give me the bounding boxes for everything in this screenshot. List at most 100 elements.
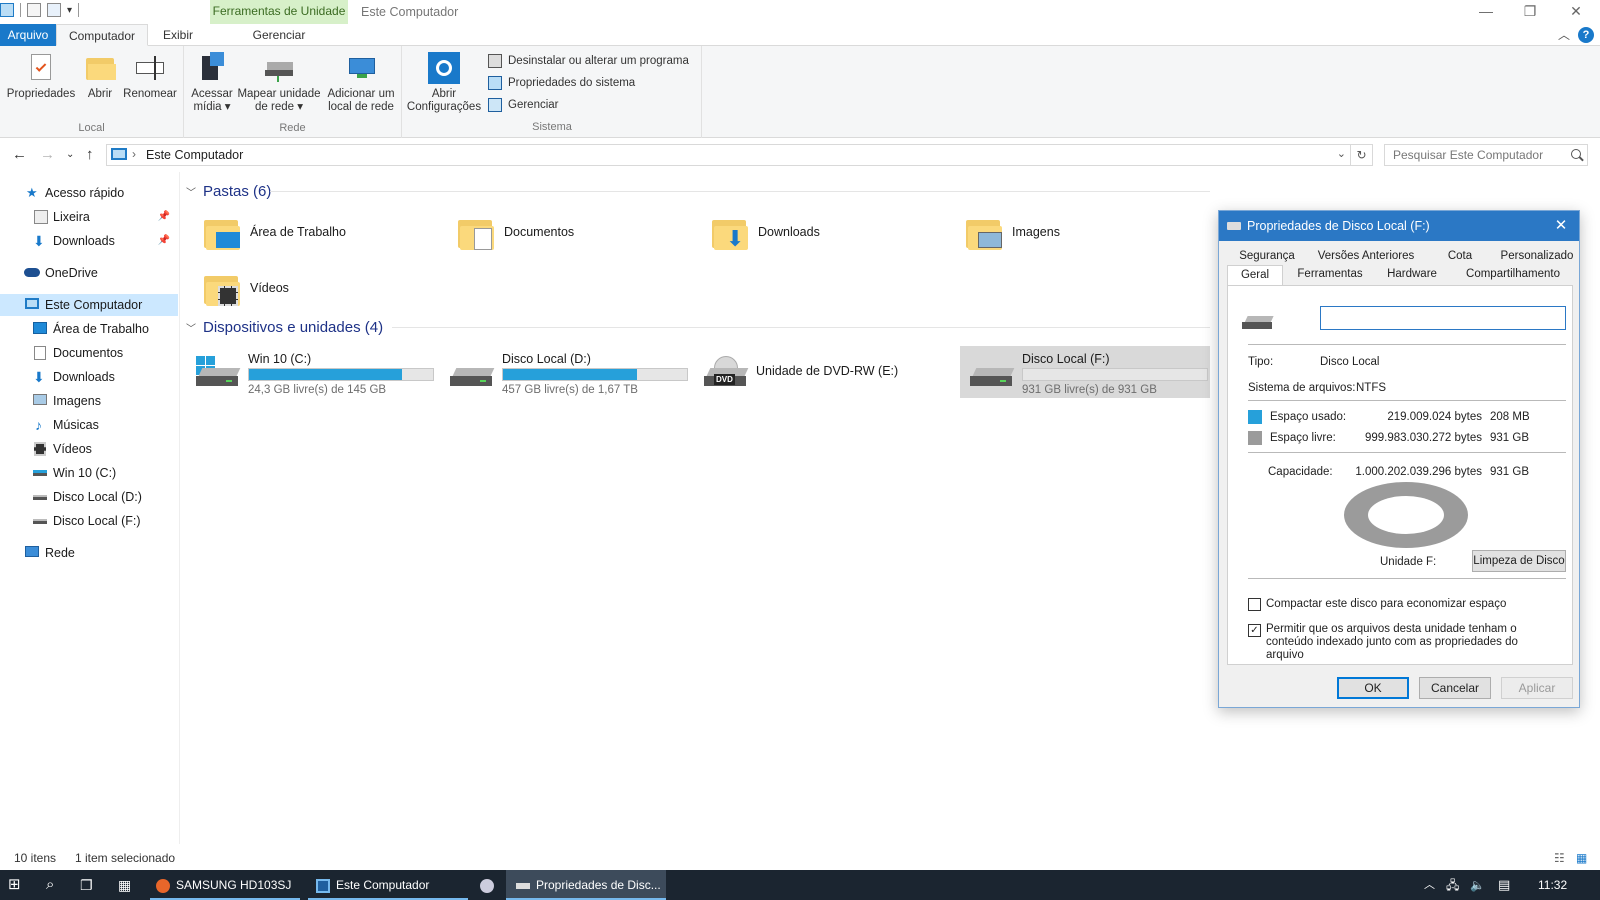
properties-button[interactable]: Propriedades bbox=[6, 52, 76, 101]
back-arrow-icon[interactable]: ← bbox=[12, 146, 27, 163]
folder-videos[interactable]: Vídeos bbox=[186, 264, 426, 314]
tab-previous-versions[interactable]: Versões Anteriores bbox=[1311, 247, 1421, 265]
tab-computer[interactable]: Computador bbox=[56, 24, 148, 46]
help-icon[interactable]: ? bbox=[1578, 27, 1594, 43]
manage-button[interactable]: Gerenciar bbox=[488, 98, 559, 112]
calculator-icon[interactable]: ▦ bbox=[118, 870, 142, 900]
nav-downloads[interactable]: ⬇ Downloads bbox=[0, 366, 178, 388]
details-view-icon[interactable]: ☷ bbox=[1554, 851, 1565, 865]
folder-desktop[interactable]: Área de Trabalho bbox=[186, 208, 426, 258]
nav-downloads-pinned[interactable]: ⬇ Downloads 📌 bbox=[0, 230, 178, 252]
drive-dvd-e[interactable]: DVD Unidade de DVD-RW (E:) bbox=[694, 346, 942, 398]
large-icons-view-icon[interactable]: ▦ bbox=[1576, 851, 1587, 865]
nav-music[interactable]: ♪ Músicas bbox=[0, 414, 178, 436]
disk-cleanup-button[interactable]: Limpeza de Disco bbox=[1472, 550, 1566, 572]
nav-this-pc[interactable]: Este Computador bbox=[0, 294, 178, 316]
uninstall-program-button[interactable]: Desinstalar ou alterar um programa bbox=[488, 54, 689, 68]
folder-images[interactable]: Imagens bbox=[948, 208, 1188, 258]
nav-drive-f[interactable]: Disco Local (F:) bbox=[0, 510, 178, 532]
pin-icon[interactable]: 📌 bbox=[158, 206, 170, 228]
tab-tools[interactable]: Ferramentas bbox=[1289, 265, 1371, 283]
nav-label: Disco Local (D:) bbox=[53, 490, 142, 504]
apply-button[interactable]: Aplicar bbox=[1501, 677, 1573, 699]
start-button[interactable]: ⊞ bbox=[8, 870, 34, 900]
network-tray-icon[interactable]: 🖧 bbox=[1446, 870, 1464, 900]
open-settings-button[interactable]: Abrir Configurações bbox=[406, 52, 482, 114]
drive-f[interactable]: Disco Local (F:) 931 GB livre(s) de 931 … bbox=[960, 346, 1210, 398]
tab-customize[interactable]: Personalizado bbox=[1499, 247, 1575, 265]
group-label-local: Local bbox=[78, 122, 105, 134]
tab-view[interactable]: Exibir bbox=[150, 24, 206, 46]
nav-documents[interactable]: Documentos bbox=[0, 342, 178, 364]
new-folder-icon[interactable] bbox=[47, 3, 61, 17]
system-properties-button[interactable]: Propriedades do sistema bbox=[488, 76, 635, 90]
properties-icon[interactable] bbox=[27, 3, 41, 17]
add-network-location-button[interactable]: Adicionar um local de rede bbox=[324, 52, 398, 114]
devices-group-header[interactable]: ﹀ Dispositivos e unidades (4) bbox=[186, 316, 1210, 338]
volume-icon[interactable]: 🔈 bbox=[1470, 870, 1488, 900]
nav-images[interactable]: Imagens bbox=[0, 390, 178, 412]
nav-quick-access[interactable]: ★ Acesso rápido bbox=[0, 182, 178, 204]
capacity-bytes: 1.000.202.039.296 bytes bbox=[1355, 466, 1482, 478]
tab-general[interactable]: Geral bbox=[1227, 265, 1283, 285]
address-bar[interactable]: › Este Computador ⌄ bbox=[106, 144, 1351, 166]
search-input[interactable]: Pesquisar Este Computador bbox=[1384, 144, 1588, 166]
taskbar-app-explorer[interactable]: Este Computador bbox=[308, 870, 468, 900]
access-media-button[interactable]: Acessar mídia ▾ bbox=[190, 52, 234, 114]
show-hidden-icons[interactable]: ︿ bbox=[1424, 870, 1438, 900]
recent-locations-chevron-icon[interactable]: ⌄ bbox=[66, 149, 74, 160]
taskbar-app-properties[interactable]: Propriedades de Disc... bbox=[506, 870, 666, 900]
taskbar-pinned-app[interactable] bbox=[474, 870, 502, 900]
tab-file[interactable]: Arquivo bbox=[0, 24, 56, 46]
forward-arrow-icon[interactable]: → bbox=[40, 146, 55, 163]
ok-button[interactable]: OK bbox=[1337, 677, 1409, 699]
breadcrumb-path[interactable]: Este Computador bbox=[146, 148, 243, 162]
computer-icon bbox=[111, 148, 127, 160]
open-button[interactable]: Abrir bbox=[82, 52, 118, 101]
nav-drive-c[interactable]: Win 10 (C:) bbox=[0, 462, 178, 484]
tab-security[interactable]: Segurança bbox=[1227, 247, 1307, 265]
drive-d[interactable]: Disco Local (D:) 457 GB livre(s) de 1,67… bbox=[440, 346, 688, 398]
folder-documents[interactable]: Documentos bbox=[440, 208, 680, 258]
tab-hardware[interactable]: Hardware bbox=[1375, 265, 1449, 283]
refresh-button[interactable]: ↻ bbox=[1351, 144, 1373, 166]
rename-icon bbox=[134, 52, 166, 84]
map-network-drive-button[interactable]: Mapear unidade de rede ▾ bbox=[236, 52, 322, 114]
customize-toolbar-icon[interactable]: ▾ bbox=[67, 5, 72, 16]
clock[interactable]: 11:32 bbox=[1538, 870, 1578, 900]
nav-desktop[interactable]: Área de Trabalho bbox=[0, 318, 178, 340]
taskbar-app-firefox[interactable]: SAMSUNG HD103SJ A... bbox=[150, 870, 300, 900]
up-arrow-icon[interactable]: ↑ bbox=[86, 146, 94, 163]
search-icon[interactable]: ⌕ bbox=[46, 870, 70, 900]
system-properties-icon bbox=[488, 76, 502, 90]
free-space-swatch bbox=[1248, 431, 1262, 445]
nav-network[interactable]: Rede bbox=[0, 542, 178, 564]
cancel-button[interactable]: Cancelar bbox=[1419, 677, 1491, 699]
nav-videos[interactable]: Vídeos bbox=[0, 438, 178, 460]
drive-c[interactable]: Win 10 (C:) 24,3 GB livre(s) de 145 GB bbox=[186, 346, 434, 398]
minimize-button[interactable]: — bbox=[1464, 0, 1508, 24]
maximize-button[interactable]: ❐ bbox=[1508, 0, 1552, 24]
notification-center-icon[interactable]: ▤ bbox=[1498, 870, 1518, 900]
collapse-ribbon-icon[interactable]: ︿ bbox=[1558, 26, 1570, 43]
tab-sharing[interactable]: Compartilhamento bbox=[1453, 265, 1573, 283]
rename-button[interactable]: Renomear bbox=[122, 52, 178, 101]
folders-group-header[interactable]: ﹀ Pastas (6) bbox=[186, 180, 1210, 202]
dialog-title-bar[interactable]: Propriedades de Disco Local (F:) ✕ bbox=[1219, 211, 1579, 241]
tab-quota[interactable]: Cota bbox=[1425, 247, 1495, 265]
pin-icon[interactable]: 📌 bbox=[158, 230, 170, 252]
breadcrumb-chevron-icon[interactable]: › bbox=[132, 147, 136, 161]
close-icon[interactable]: ✕ bbox=[1551, 211, 1571, 241]
close-window-button[interactable]: ✕ bbox=[1554, 0, 1598, 24]
task-view-icon[interactable]: ❐ bbox=[80, 870, 104, 900]
volume-name-input[interactable] bbox=[1320, 306, 1566, 330]
address-dropdown-icon[interactable]: ⌄ bbox=[1337, 147, 1346, 160]
index-checkbox[interactable]: ✓ bbox=[1248, 624, 1261, 637]
tab-manage[interactable]: Gerenciar bbox=[210, 24, 348, 46]
compress-checkbox[interactable] bbox=[1248, 598, 1261, 611]
computer-icon[interactable] bbox=[0, 3, 14, 17]
nav-drive-d[interactable]: Disco Local (D:) bbox=[0, 486, 178, 508]
nav-trash[interactable]: Lixeira 📌 bbox=[0, 206, 178, 228]
folder-downloads[interactable]: ⬇ Downloads bbox=[694, 208, 934, 258]
nav-onedrive[interactable]: OneDrive bbox=[0, 262, 178, 284]
